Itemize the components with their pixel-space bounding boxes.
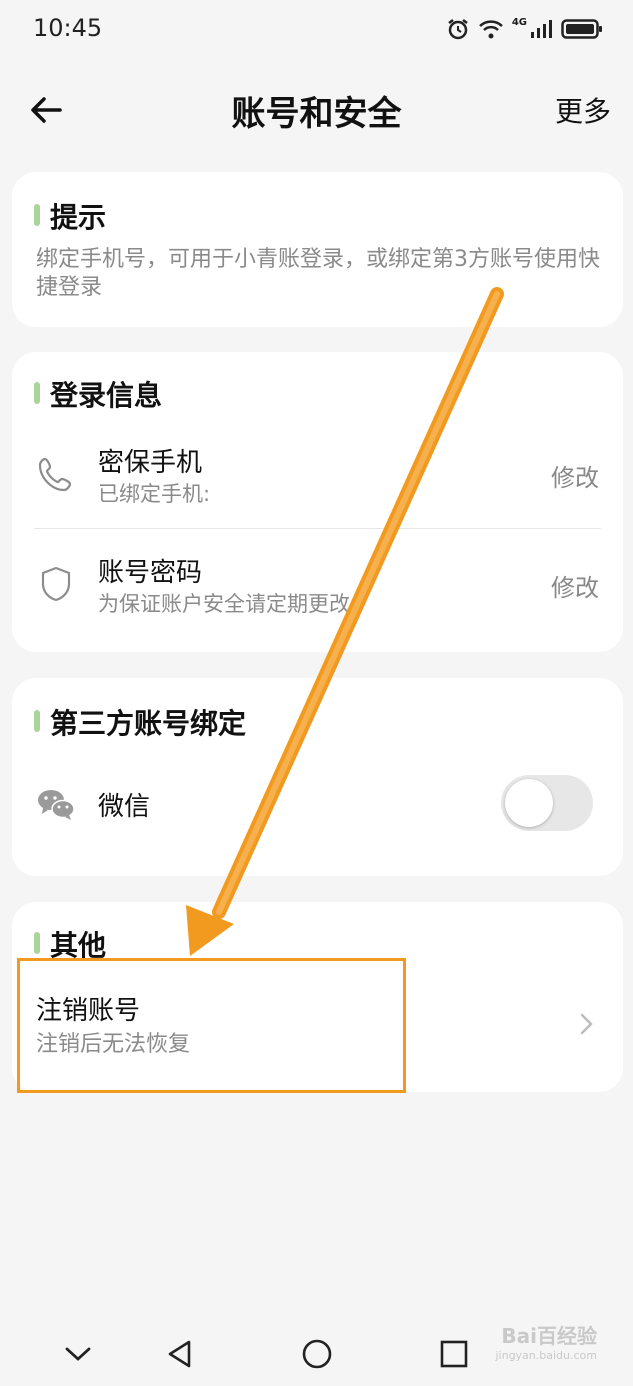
status-bar: 10:45 4G bbox=[0, 0, 633, 60]
nav-recents-square-icon[interactable] bbox=[438, 1338, 470, 1370]
wechat-icon bbox=[36, 784, 76, 824]
tip-card: 提示 绑定手机号，可用于小青账登录，或绑定第3方账号使用快捷登录 bbox=[12, 172, 623, 327]
shield-icon bbox=[36, 564, 76, 604]
secure-phone-row[interactable]: 密保手机 已绑定手机: 修改 bbox=[12, 422, 623, 522]
tip-title: 提示 bbox=[34, 196, 106, 236]
divider bbox=[34, 528, 601, 529]
chevron-right-icon bbox=[577, 1012, 597, 1036]
account-password-row[interactable]: 账号密码 为保证账户安全请定期更改 修改 bbox=[12, 532, 623, 632]
collapse-chevron-down-icon[interactable] bbox=[62, 1338, 94, 1370]
nav-home-circle-icon[interactable] bbox=[301, 1338, 333, 1370]
toggle-knob bbox=[505, 779, 553, 827]
watermark-line2: jingyan.baidu.com bbox=[495, 1349, 597, 1362]
wifi-icon bbox=[478, 18, 504, 40]
nav-back-triangle-icon[interactable] bbox=[164, 1338, 196, 1370]
third-party-card: 第三方账号绑定 微信 bbox=[12, 678, 623, 876]
tip-text: 绑定手机号，可用于小青账登录，或绑定第3方账号使用快捷登录 bbox=[36, 247, 600, 300]
wechat-toggle[interactable] bbox=[501, 775, 593, 831]
battery-icon bbox=[561, 18, 603, 40]
cellular-icon: 4G bbox=[512, 18, 553, 40]
third-party-title: 第三方账号绑定 bbox=[34, 702, 246, 742]
status-time: 10:45 bbox=[33, 14, 103, 42]
more-button[interactable]: 更多 bbox=[555, 90, 611, 130]
network-type-label: 4G bbox=[511, 17, 527, 28]
phone-icon bbox=[36, 454, 76, 494]
status-icons: 4G bbox=[446, 14, 603, 44]
login-info-title: 登录信息 bbox=[34, 374, 162, 414]
secure-phone-title: 密保手机 bbox=[98, 448, 203, 478]
modify-password-button[interactable]: 修改 bbox=[551, 568, 599, 603]
secure-phone-subtitle: 已绑定手机: bbox=[98, 482, 211, 506]
login-info-card: 登录信息 密保手机 已绑定手机: 修改 账号密码 为保证账户安全请定期更改 修改 bbox=[12, 352, 623, 652]
app-bar: 账号和安全 更多 bbox=[0, 70, 633, 150]
wechat-label: 微信 bbox=[98, 792, 151, 822]
page-title: 账号和安全 bbox=[231, 94, 402, 134]
modify-phone-button[interactable]: 修改 bbox=[551, 458, 599, 493]
account-password-title: 账号密码 bbox=[98, 558, 203, 588]
alarm-icon bbox=[446, 17, 470, 41]
account-password-subtitle: 为保证账户安全请定期更改 bbox=[98, 592, 350, 616]
watermark-line1: Bai百经验 bbox=[501, 1324, 597, 1348]
annotation-highlight-box bbox=[17, 958, 406, 1093]
watermark: Bai百经验 jingyan.baidu.com bbox=[479, 1326, 597, 1376]
